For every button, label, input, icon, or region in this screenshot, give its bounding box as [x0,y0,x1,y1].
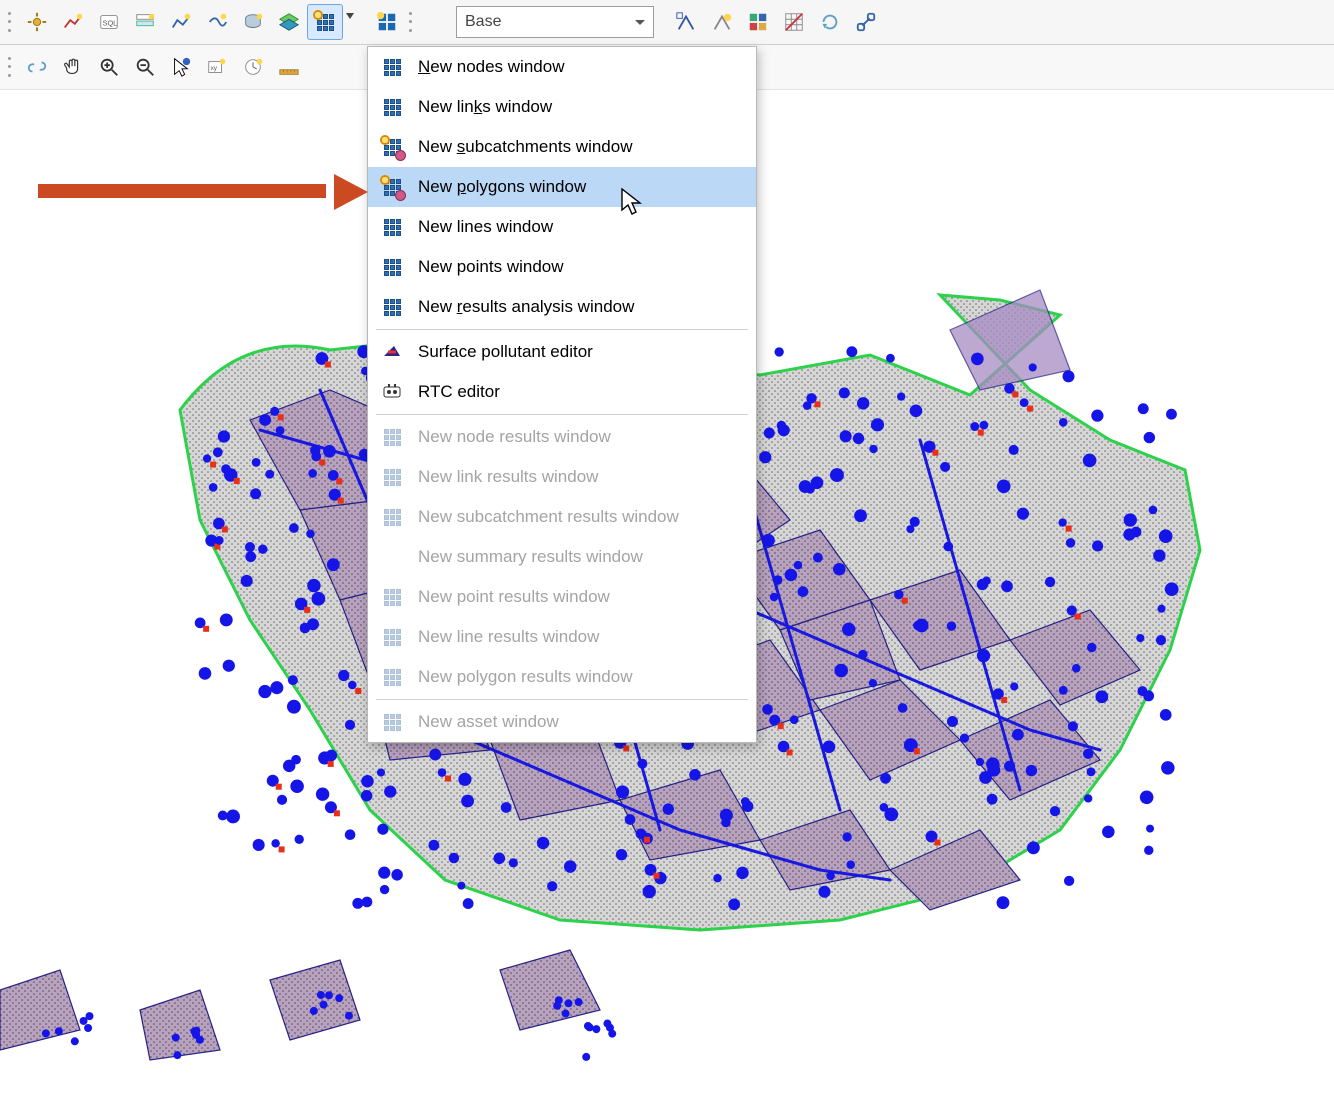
menu-item-label: Surface pollutant editor [418,342,593,362]
rtc-icon [380,380,404,404]
menu-item-new-links-window[interactable]: New links window [368,87,756,127]
menu-item-label: New subcatchments window [418,137,633,157]
zoom-out-icon[interactable] [127,49,163,85]
link-icon[interactable] [848,4,884,40]
menu-item-new-point-results-window: New point results window [368,577,756,617]
gridcircle-icon [380,175,404,199]
menu-item-new-summary-results-window: New summary results window [368,537,756,577]
cleanup-icon[interactable] [235,4,271,40]
dropdown-separator [376,699,748,700]
menu-item-new-lines-window[interactable]: New lines window [368,207,756,247]
menu-item-new-subcatchment-results-window: New subcatchment results window [368,497,756,537]
dropdown-separator [376,329,748,330]
grid-icon [380,625,404,649]
caret-down-icon [635,20,645,30]
menu-item-label: New lines window [418,217,553,237]
measure-icon[interactable] [271,49,307,85]
menu-item-label: New node results window [418,427,611,447]
scenario-combo[interactable]: Base [456,6,654,38]
dropdown-separator [376,414,748,415]
grid-icon [380,465,404,489]
chain-broken-icon[interactable] [19,49,55,85]
menu-item-label: New nodes window [418,57,564,77]
menu-item-new-points-window[interactable]: New points window [368,247,756,287]
menu-item-label: New summary results window [418,547,643,567]
none-icon [380,545,404,569]
properties-gear-icon[interactable] [19,4,55,40]
zoom-in-icon[interactable] [91,49,127,85]
profile-tool-icon[interactable] [163,4,199,40]
zoom-topology-icon[interactable] [704,4,740,40]
graph-new-icon[interactable] [55,4,91,40]
menu-item-label: New results analysis window [418,297,634,317]
menu-item-label: New point results window [418,587,610,607]
pollutant-icon [380,340,404,364]
gear-grid-icon[interactable] [420,4,456,40]
sql-icon[interactable]: SQL [91,4,127,40]
grid-icon [380,295,404,319]
gridcircle-icon [380,135,404,159]
gear-grid-icon[interactable] [369,4,405,40]
menu-item-new-subcatchments-window[interactable]: New subcatchments window [368,127,756,167]
insert-row-icon[interactable] [127,4,163,40]
toolbar-grip-icon [8,54,15,80]
menu-item-label: New asset window [418,712,559,732]
menu-item-label: New polygons window [418,177,586,197]
mouse-cursor-icon [621,188,643,216]
menu-item-label: New links window [418,97,552,117]
menu-item-label: New link results window [418,467,598,487]
menu-item-new-node-results-window: New node results window [368,417,756,457]
grid-icon [380,215,404,239]
annotation-arrow [38,174,368,210]
grid-icon [380,710,404,734]
grid-icon [380,95,404,119]
menu-item-label: New subcatchment results window [418,507,679,527]
menu-item-label: New line results window [418,627,599,647]
zoom-extents-icon[interactable] [668,4,704,40]
grid-icon [380,55,404,79]
grid-icon [380,505,404,529]
grid-off-icon[interactable] [776,4,812,40]
menu-item-label: New polygon results window [418,667,633,687]
grid-icon [380,425,404,449]
grid-icon [380,585,404,609]
menu-item-new-line-results-window: New line results window [368,617,756,657]
theme-icon[interactable] [740,4,776,40]
layers-icon[interactable] [271,4,307,40]
new-grid-window-icon-dropdown[interactable] [343,4,369,40]
menu-item-label: New points window [418,257,564,277]
select-cursor-icon[interactable] [163,49,199,85]
new-window-dropdown: New nodes window New links window New subc… [367,46,757,743]
menu-item-surface-pollutant-editor[interactable]: Surface pollutant editor [368,332,756,372]
menu-item-new-link-results-window: New link results window [368,457,756,497]
svg-text:xy: xy [211,65,218,72]
menu-item-new-polygons-window[interactable]: New polygons window [368,167,756,207]
menu-item-new-polygon-results-window: New polygon results window [368,657,756,697]
svg-text:SQL: SQL [103,19,118,28]
grid-icon [380,665,404,689]
menu-item-new-asset-window: New asset window [368,702,756,742]
toolbar-grip-icon [409,9,416,35]
menu-item-new-nodes-window[interactable]: New nodes window [368,47,756,87]
menu-item-new-results-analysis-window[interactable]: New results analysis window [368,287,756,327]
find-by-xy-icon[interactable]: xy [199,49,235,85]
pan-hand-icon[interactable] [55,49,91,85]
menu-item-rtc-editor[interactable]: RTC editor [368,372,756,412]
toolbar-grip-icon [8,9,15,35]
refresh-icon[interactable] [812,4,848,40]
find-by-time-icon[interactable] [235,49,271,85]
menu-item-label: RTC editor [418,382,500,402]
grid-icon [380,255,404,279]
toolbar-row-1: SQL Base [0,0,1334,45]
trace-tool-icon[interactable] [199,4,235,40]
new-grid-window-icon[interactable] [307,4,343,40]
scenario-combo-value: Base [465,13,501,31]
